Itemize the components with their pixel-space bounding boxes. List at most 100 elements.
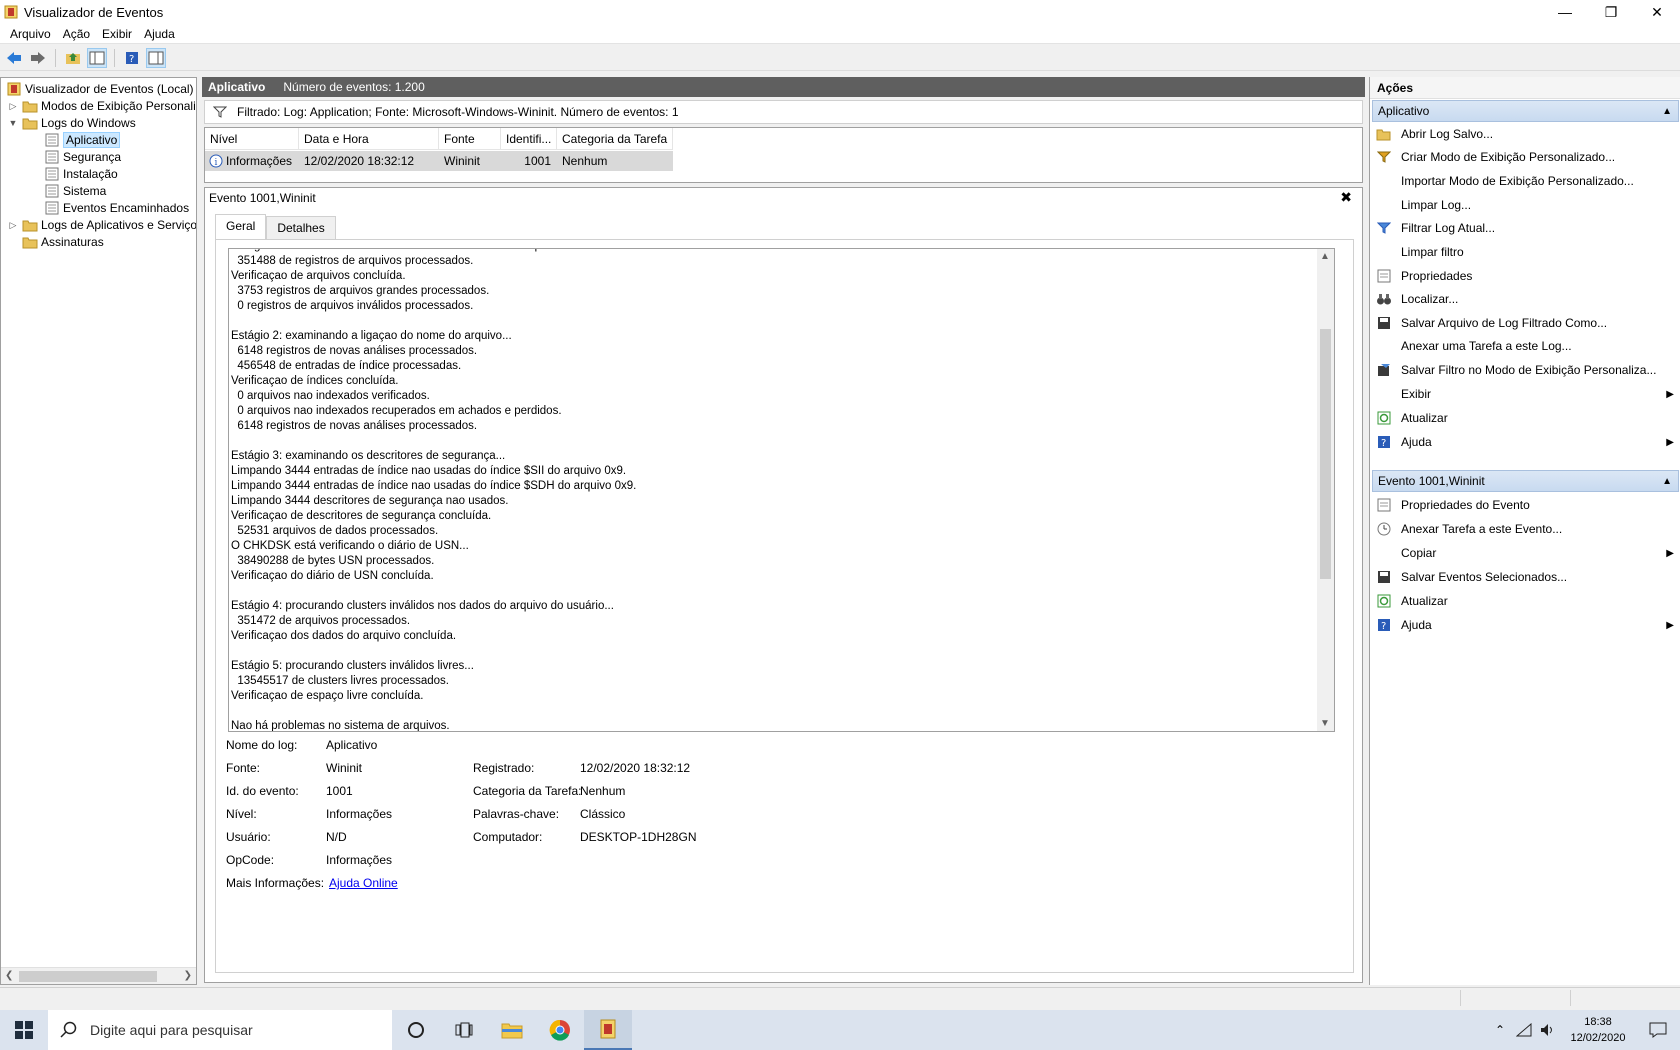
filter-star-icon (1376, 149, 1392, 165)
minimize-button[interactable]: — (1542, 0, 1588, 24)
show-tree-button[interactable] (87, 47, 107, 68)
notifications-icon[interactable] (1636, 1022, 1680, 1038)
tree-item-eventos-encaminhados[interactable]: Eventos Encaminhados (41, 199, 189, 217)
tree-item-aplicativo[interactable]: Aplicativo (41, 131, 121, 149)
close-button[interactable]: ✕ (1634, 0, 1680, 24)
up-folder-button[interactable] (63, 48, 83, 68)
column-categoria[interactable]: Categoria da Tarefa (557, 128, 673, 150)
menu-arquivo[interactable]: Arquivo (4, 27, 57, 41)
action-help[interactable]: ? Ajuda ▶ (1376, 431, 1676, 453)
scroll-left-icon[interactable]: ❮ (5, 970, 13, 981)
column-data-hora[interactable]: Data e Hora (299, 128, 439, 150)
tree-subscriptions[interactable]: Assinaturas (19, 233, 104, 251)
action-view[interactable]: Exibir ▶ (1376, 383, 1676, 405)
section-evento[interactable]: Evento 1001,Wininit ▲ (1372, 470, 1679, 492)
action-open-saved-log[interactable]: Abrir Log Salvo... (1376, 123, 1676, 145)
back-arrow-icon (7, 51, 21, 64)
value-level: Informações (326, 807, 393, 821)
menu-acao[interactable]: Ação (57, 27, 96, 41)
clock[interactable]: 18:38 12/02/2020 (1560, 1014, 1636, 1046)
expand-icon[interactable]: ▷ (7, 220, 19, 231)
column-fonte[interactable]: Fonte (439, 128, 501, 150)
label-registered: Registrado: (473, 761, 535, 775)
svg-text:?: ? (1381, 621, 1386, 632)
action-clear-filter[interactable]: Limpar filtro (1376, 241, 1676, 263)
action-refresh[interactable]: Atualizar (1376, 407, 1676, 429)
task-view-button[interactable] (440, 1010, 488, 1050)
scroll-down-icon[interactable]: ▼ (1320, 718, 1330, 729)
start-button[interactable] (0, 1010, 48, 1050)
event-description: Estágio 1: examinando a estrutura básica… (231, 249, 637, 732)
action-copy[interactable]: Copiar ▶ (1376, 542, 1676, 564)
tab-detalhes[interactable]: Detalhes (266, 216, 336, 240)
tree-root[interactable]: Visualizador de Eventos (Local) (3, 80, 194, 98)
column-id[interactable]: Identifi... (501, 128, 557, 150)
action-attach-task-log[interactable]: Anexar uma Tarefa a este Log... (1376, 335, 1676, 357)
table-row[interactable]: i Informações 12/02/2020 18:32:12 Winini… (205, 151, 673, 171)
tree-item-sistema[interactable]: Sistema (41, 182, 106, 200)
action-find[interactable]: Localizar... (1376, 288, 1676, 310)
tree-app-logs[interactable]: ▷ Logs de Aplicativos e Serviços (7, 216, 196, 234)
tree-item-seguranca[interactable]: Segurança (41, 148, 121, 166)
expand-icon[interactable]: ▷ (7, 101, 19, 112)
action-properties[interactable]: Propriedades (1376, 265, 1676, 287)
scroll-thumb[interactable] (1320, 329, 1331, 579)
restore-button[interactable]: ❐ (1588, 0, 1634, 24)
folder-up-icon (66, 52, 80, 64)
action-import-custom-view[interactable]: Importar Modo de Exibição Personalizado.… (1376, 170, 1676, 192)
collapse-icon[interactable]: ▲ (1662, 476, 1672, 487)
action-help-event[interactable]: ? Ajuda ▶ (1376, 614, 1676, 636)
chrome-button[interactable] (536, 1010, 584, 1050)
tree-custom-views[interactable]: ▷ Modos de Exibição Personalizados (7, 97, 196, 115)
tab-geral[interactable]: Geral (215, 214, 267, 240)
value-category: Nenhum (580, 784, 626, 798)
action-clear-log[interactable]: Limpar Log... (1376, 194, 1676, 216)
collapse-icon[interactable]: ▼ (7, 118, 19, 128)
volume-icon[interactable] (1536, 1023, 1560, 1037)
network-icon[interactable] (1512, 1023, 1536, 1037)
action-create-custom-view[interactable]: Criar Modo de Exibição Personalizado... (1376, 146, 1676, 168)
action-attach-task-event[interactable]: Anexar Tarefa a este Evento... (1376, 518, 1676, 540)
svg-text:i: i (215, 158, 218, 168)
chrome-icon (549, 1019, 570, 1041)
subscriptions-icon (22, 234, 38, 250)
tree-windows-logs[interactable]: ▼ Logs do Windows (7, 114, 136, 132)
menu-ajuda[interactable]: Ajuda (138, 27, 181, 41)
scroll-up-icon[interactable]: ▲ (1320, 251, 1330, 262)
back-button[interactable] (4, 48, 24, 68)
system-tray: ⌃ 18:38 12/02/2020 (1488, 1010, 1680, 1050)
tab-body: Estágio 1: examinando a estrutura básica… (215, 239, 1354, 973)
file-explorer-button[interactable] (488, 1010, 536, 1050)
show-actions-button[interactable] (146, 47, 166, 68)
column-nivel[interactable]: Nível (205, 128, 299, 150)
forward-button[interactable] (28, 48, 48, 68)
filter-text: Filtrado: Log: Application; Fonte: Micro… (237, 105, 679, 119)
tree-horizontal-scrollbar[interactable]: ❮ ❯ (1, 967, 196, 984)
collapse-icon[interactable]: ▲ (1662, 106, 1672, 117)
value-id: 1001 (326, 784, 353, 798)
cortana-button[interactable] (392, 1010, 440, 1050)
action-event-properties[interactable]: Propriedades do Evento (1376, 494, 1676, 516)
scroll-thumb[interactable] (19, 971, 157, 982)
tray-overflow-icon[interactable]: ⌃ (1488, 1023, 1512, 1037)
online-help-link[interactable]: Ajuda Online (329, 876, 398, 890)
cortana-icon (408, 1022, 424, 1038)
action-save-filtered-log[interactable]: Salvar Arquivo de Log Filtrado Como... (1376, 312, 1676, 334)
taskbar-search[interactable]: Digite aqui para pesquisar (48, 1010, 392, 1050)
action-refresh-event[interactable]: Atualizar (1376, 590, 1676, 612)
close-icon[interactable]: ✖ (1340, 189, 1352, 206)
help-button[interactable]: ? (122, 48, 142, 68)
tree-item-instalacao[interactable]: Instalação (41, 165, 118, 183)
scroll-right-icon[interactable]: ❯ (184, 970, 192, 981)
section-aplicativo[interactable]: Aplicativo ▲ (1372, 100, 1679, 122)
description-scrollbar[interactable]: ▲ ▼ (1317, 249, 1334, 731)
binoculars-icon (1376, 291, 1392, 307)
action-filter-log[interactable]: Filtrar Log Atual... (1376, 217, 1676, 239)
action-save-filter-view[interactable]: Salvar Filtro no Modo de Exibição Person… (1376, 359, 1676, 381)
event-viewer-icon (4, 5, 18, 19)
event-viewer-taskbar-button[interactable] (584, 1010, 632, 1050)
menu-exibir[interactable]: Exibir (96, 27, 138, 41)
event-description-box[interactable]: Estágio 1: examinando a estrutura básica… (228, 248, 1335, 732)
filter-bar: Filtrado: Log: Application; Fonte: Micro… (204, 100, 1363, 124)
action-save-selected-events[interactable]: Salvar Eventos Selecionados... (1376, 566, 1676, 588)
